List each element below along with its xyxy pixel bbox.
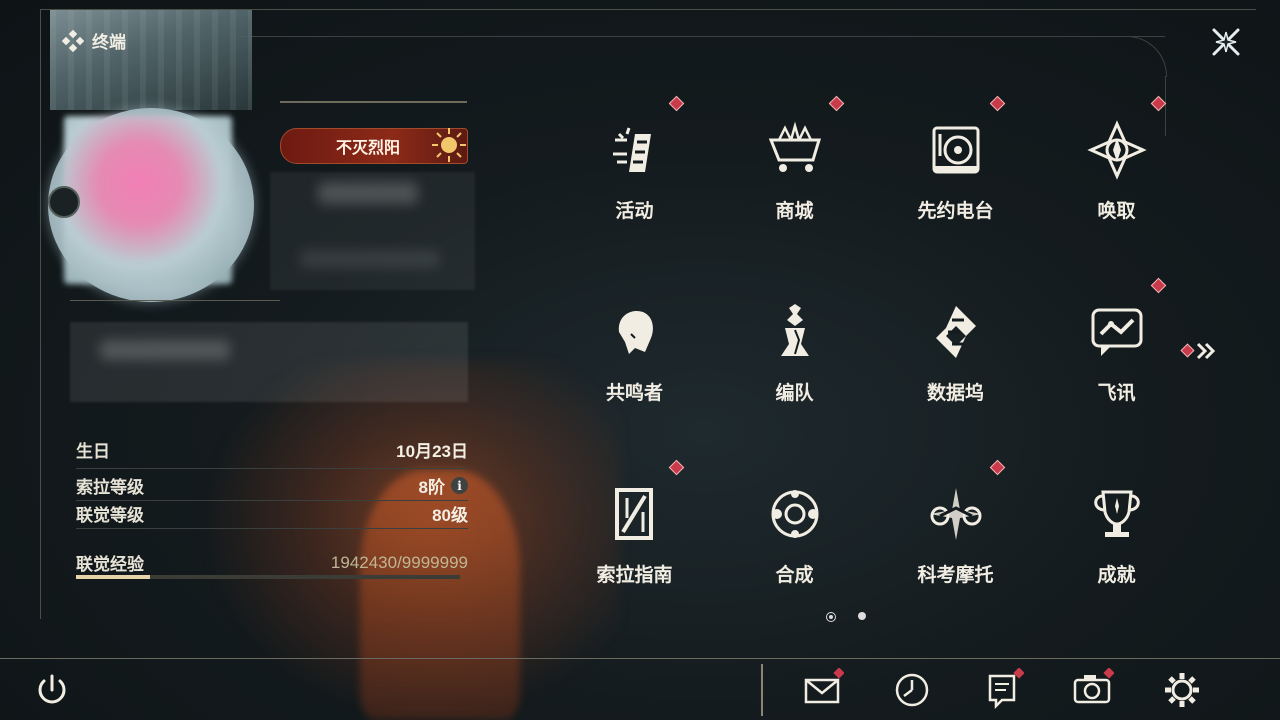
shop-icon (768, 121, 821, 172)
menu-tile-label: 合成 (775, 565, 814, 586)
notification-badge (828, 95, 845, 112)
page-indicator (826, 612, 866, 622)
birthday-value: 10月23日 (396, 442, 468, 461)
union-level-row: 联觉等级 80级 (76, 501, 468, 526)
page-header: 终端 (62, 28, 126, 53)
birthday-row: 生日 10月23日 (76, 437, 468, 462)
menu-tile-label: 活动 (615, 201, 654, 222)
notification-badge (1150, 277, 1167, 294)
union-exp-value: 1942430/9999999 (330, 552, 468, 572)
player-id-redacted (300, 250, 440, 268)
clock-icon[interactable] (890, 668, 934, 712)
menu-tile[interactable]: 编队 (714, 272, 875, 454)
union-exp-bar-fill (76, 575, 151, 579)
menu-tile[interactable]: 商城 (714, 90, 875, 272)
bottom-separator (761, 664, 763, 716)
birthday-label: 生日 (76, 442, 110, 461)
frame-inner-line (240, 36, 1165, 37)
profile-card-background (50, 10, 252, 110)
frame-left-line (40, 9, 41, 619)
menu-tile-label: 成就 (1097, 565, 1136, 586)
notification-badge (668, 95, 685, 112)
menu-tile[interactable]: 共鸣者 (554, 272, 715, 454)
union-level-label: 联觉等级 (76, 506, 144, 525)
signature-redacted (100, 340, 230, 360)
sola-level-value: 8阶 (418, 478, 445, 497)
message-icon (1091, 308, 1142, 356)
team-icon (780, 304, 809, 356)
terminal-icon (62, 29, 84, 52)
menu-tile[interactable]: 科考摩托 (875, 454, 1036, 636)
activity-icon (612, 127, 651, 172)
close-icon[interactable] (1208, 24, 1244, 60)
guidebook-icon (614, 488, 653, 540)
menu-tile-label: 飞讯 (1097, 383, 1136, 404)
sola-level-value-wrap: 8阶 i (419, 473, 468, 498)
mail-icon[interactable] (800, 668, 844, 712)
player-name-underline (280, 101, 467, 103)
menu-tile[interactable]: 活动 (554, 90, 715, 272)
achievement-icon (1093, 490, 1140, 537)
menu-tile[interactable]: 合成 (714, 454, 875, 636)
avatar[interactable] (64, 116, 232, 284)
next-page-icon[interactable] (1180, 340, 1220, 362)
notification-badge (989, 459, 1006, 476)
convene-icon (1086, 120, 1147, 180)
frame-corner (1118, 36, 1167, 77)
title-badge[interactable]: 不灭烈阳 (280, 128, 468, 164)
menu-tile-label: 共鸣者 (605, 383, 663, 404)
menu-tile-label: 唤取 (1097, 201, 1136, 222)
notice-icon[interactable] (980, 668, 1024, 712)
page-dot-current[interactable] (826, 612, 836, 622)
menu-tile-label: 编队 (775, 383, 814, 404)
union-exp-label: 联觉经验 (76, 555, 144, 574)
sun-icon (432, 128, 466, 162)
sola-level-row: 索拉等级 8阶 i (76, 473, 468, 498)
settings-icon[interactable] (1160, 668, 1204, 712)
menu-tile-label: 科考摩托 (917, 565, 994, 586)
menu-tile[interactable]: 先约电台 (875, 90, 1036, 272)
notification-badge (668, 459, 685, 476)
menu-tile-label: 数据坞 (926, 383, 984, 404)
menu-tile-label: 商城 (775, 201, 814, 222)
synthesis-icon (771, 490, 818, 538)
menu-tile[interactable]: 成就 (1036, 454, 1197, 636)
sola-level-label: 索拉等级 (76, 478, 144, 497)
radio-icon (932, 126, 979, 174)
resonator-icon (618, 310, 653, 354)
menu-tile[interactable]: 唤取 (1036, 90, 1197, 272)
page-title: 终端 (92, 33, 126, 52)
union-exp-row: 联觉经验 1942430/9999999 (76, 550, 468, 575)
title-badge-label: 不灭烈阳 (335, 140, 400, 157)
data-bank-icon (935, 306, 976, 358)
menu-tile-label: 索拉指南 (596, 565, 673, 586)
info-icon[interactable]: i (451, 477, 468, 494)
motorcycle-icon (929, 488, 982, 540)
notification-badge (1150, 95, 1167, 112)
row-divider (76, 528, 468, 529)
row-divider (76, 468, 468, 469)
union-exp-bar (76, 575, 460, 579)
union-level-value: 80级 (432, 506, 468, 525)
page-dot[interactable] (858, 612, 866, 620)
menu-tile[interactable]: 飞讯 (1036, 272, 1197, 454)
power-icon[interactable] (30, 668, 74, 712)
menu-tile-label: 先约电台 (917, 201, 994, 222)
camera-icon[interactable] (1070, 668, 1114, 712)
menu-tile[interactable]: 数据坞 (875, 272, 1036, 454)
menu-tile[interactable]: 索拉指南 (554, 454, 715, 636)
player-name-redacted (318, 182, 418, 204)
divider (70, 300, 280, 301)
notification-badge (989, 95, 1006, 112)
signature-box[interactable] (70, 322, 468, 402)
avatar-frame-ornament (48, 186, 80, 218)
bottom-divider (0, 658, 1280, 659)
